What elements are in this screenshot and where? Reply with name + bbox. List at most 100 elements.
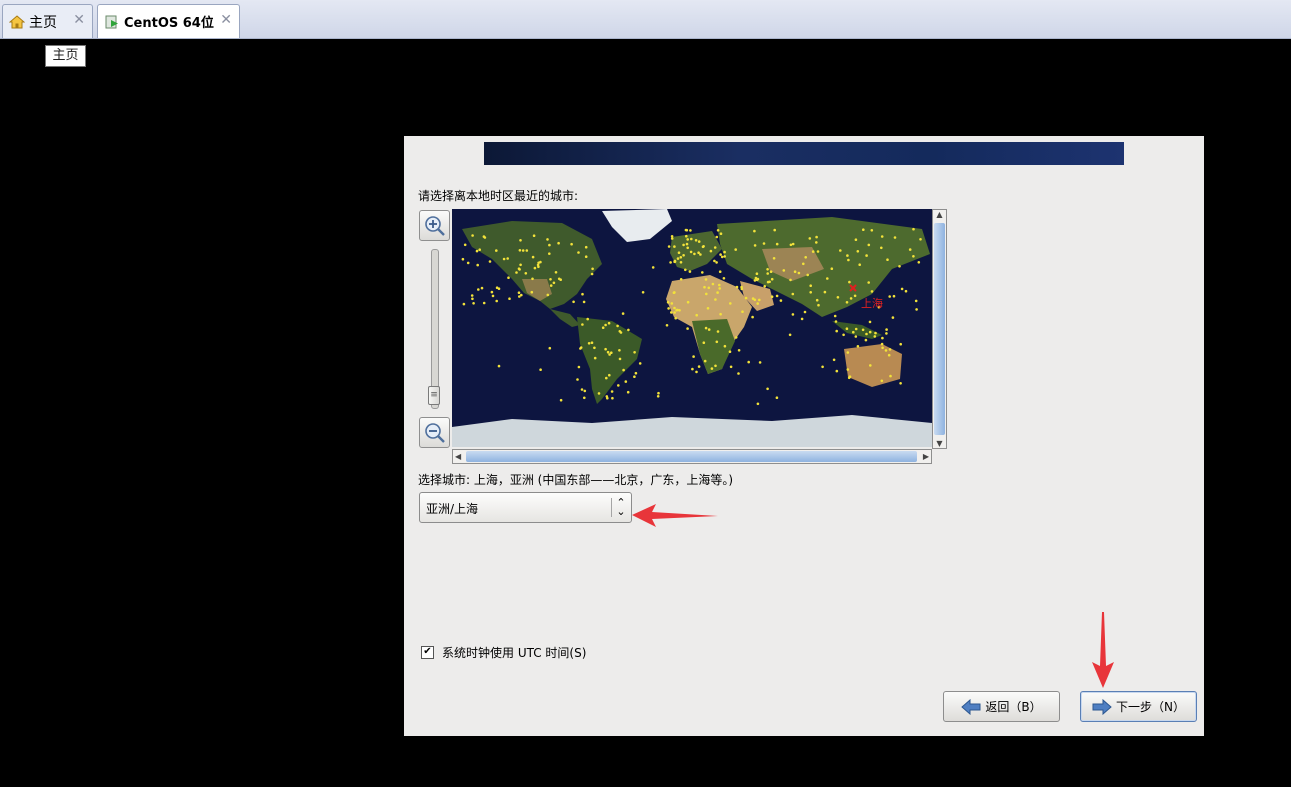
city-dot[interactable]: [704, 278, 708, 281]
city-dot[interactable]: [608, 353, 611, 356]
city-dot[interactable]: [601, 326, 605, 329]
city-dot[interactable]: [695, 313, 698, 317]
city-dot[interactable]: [779, 299, 783, 302]
city-dot[interactable]: [518, 249, 522, 252]
city-dot[interactable]: [821, 365, 824, 369]
city-dot[interactable]: [734, 336, 738, 339]
zoom-slider-handle[interactable]: ≡: [428, 386, 440, 405]
city-dot[interactable]: [711, 282, 715, 286]
city-dot[interactable]: [816, 250, 820, 253]
city-dot[interactable]: [557, 277, 561, 281]
back-button[interactable]: 返回（B）: [943, 691, 1060, 722]
city-dot[interactable]: [887, 353, 891, 357]
city-dot[interactable]: [867, 281, 870, 284]
city-dot[interactable]: [836, 296, 840, 299]
city-dot[interactable]: [914, 299, 918, 303]
city-dot[interactable]: [490, 290, 494, 294]
city-dot[interactable]: [475, 249, 479, 253]
city-dot[interactable]: [880, 246, 883, 250]
city-dot[interactable]: [684, 268, 687, 272]
city-dot[interactable]: [682, 243, 685, 247]
city-dot[interactable]: [703, 285, 706, 289]
city-dot[interactable]: [823, 290, 827, 294]
city-dot[interactable]: [471, 234, 474, 237]
city-dot[interactable]: [880, 342, 884, 346]
city-dot[interactable]: [886, 258, 889, 261]
city-dot[interactable]: [633, 351, 636, 354]
city-dot[interactable]: [718, 283, 721, 287]
city-dot[interactable]: [482, 301, 486, 305]
city-dot[interactable]: [691, 367, 694, 371]
city-dot[interactable]: [723, 255, 726, 258]
city-dot[interactable]: [723, 250, 726, 254]
city-dot[interactable]: [672, 291, 676, 294]
city-dot[interactable]: [867, 243, 871, 247]
city-dot[interactable]: [803, 310, 807, 314]
city-dot[interactable]: [751, 315, 754, 319]
city-dot[interactable]: [870, 229, 874, 232]
city-dot[interactable]: [552, 281, 556, 285]
city-dot[interactable]: [846, 254, 849, 257]
city-dot[interactable]: [737, 349, 741, 352]
city-dot[interactable]: [791, 292, 795, 296]
city-dot[interactable]: [690, 237, 693, 241]
city-dot[interactable]: [581, 323, 584, 326]
city-dot[interactable]: [842, 333, 845, 337]
city-dot[interactable]: [617, 384, 620, 387]
city-dot[interactable]: [689, 250, 693, 254]
city-dot[interactable]: [908, 248, 912, 251]
scroll-down-icon[interactable]: ▼: [933, 439, 946, 448]
close-icon[interactable]: ✕: [73, 12, 85, 28]
city-dot[interactable]: [482, 235, 486, 238]
city-dot[interactable]: [557, 241, 560, 245]
city-dot[interactable]: [606, 396, 609, 400]
city-dot[interactable]: [853, 294, 857, 298]
city-dot[interactable]: [917, 261, 921, 264]
city-dot[interactable]: [856, 345, 860, 348]
city-dot[interactable]: [729, 365, 733, 369]
city-dot[interactable]: [531, 255, 535, 259]
city-dot[interactable]: [709, 249, 713, 253]
city-dot[interactable]: [677, 251, 681, 254]
city-dot[interactable]: [766, 272, 769, 275]
city-dot[interactable]: [610, 390, 614, 393]
city-dot[interactable]: [892, 294, 896, 298]
city-dot[interactable]: [693, 252, 696, 256]
city-dot[interactable]: [713, 259, 716, 263]
city-dot[interactable]: [627, 328, 630, 332]
city-dot[interactable]: [583, 396, 586, 400]
city-dot[interactable]: [912, 255, 915, 258]
city-dot[interactable]: [570, 242, 573, 246]
city-dot[interactable]: [641, 291, 645, 294]
city-dot[interactable]: [713, 246, 717, 249]
city-dot[interactable]: [507, 276, 510, 279]
city-dot[interactable]: [865, 332, 868, 336]
city-dot[interactable]: [719, 232, 723, 235]
city-dot[interactable]: [846, 351, 850, 354]
city-dot[interactable]: [775, 294, 779, 298]
city-dot[interactable]: [579, 347, 582, 350]
city-dot[interactable]: [772, 257, 776, 260]
city-dot[interactable]: [591, 267, 594, 271]
city-dot[interactable]: [670, 237, 674, 240]
city-dot[interactable]: [463, 243, 467, 247]
city-dot[interactable]: [766, 280, 770, 284]
city-dot[interactable]: [548, 252, 551, 255]
city-dot[interactable]: [874, 331, 877, 335]
city-dot[interactable]: [572, 300, 575, 304]
city-dot[interactable]: [597, 392, 601, 395]
city-dot[interactable]: [517, 267, 521, 270]
city-dot[interactable]: [590, 272, 594, 276]
city-dot[interactable]: [518, 295, 521, 298]
city-dot[interactable]: [885, 328, 888, 331]
city-dot[interactable]: [611, 396, 614, 400]
city-dot[interactable]: [692, 355, 695, 358]
city-dot[interactable]: [703, 359, 707, 363]
map-horizontal-scrollbar[interactable]: ◀ ▶: [452, 449, 932, 464]
city-dot[interactable]: [899, 382, 902, 385]
city-dot[interactable]: [670, 302, 674, 305]
city-dot[interactable]: [716, 291, 719, 294]
city-dot[interactable]: [770, 295, 774, 298]
city-dot[interactable]: [488, 260, 492, 263]
city-dot[interactable]: [678, 309, 681, 312]
